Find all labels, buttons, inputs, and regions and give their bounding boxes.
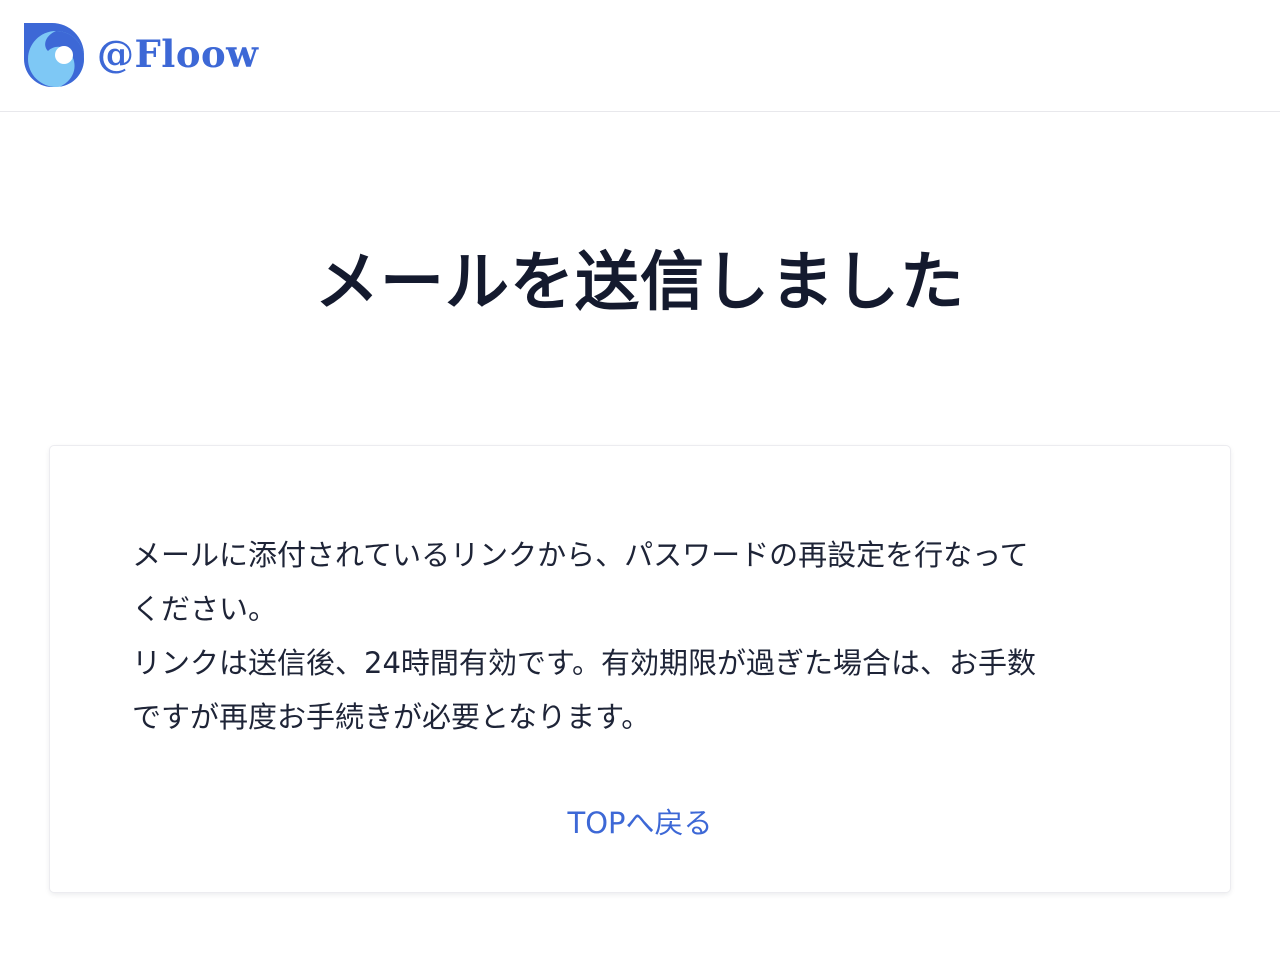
floow-logo-icon (24, 23, 84, 87)
brand-name: @Floow (97, 31, 259, 76)
site-header: @Floow (0, 0, 1280, 112)
page-title: メールを送信しました (315, 246, 965, 320)
back-to-top-link[interactable]: TOPへ戻る (50, 802, 1230, 844)
message-line: ください。 (132, 592, 278, 626)
message-line: メールに添付されているリンクから、パスワードの再設定を行なって (132, 538, 1029, 572)
message-line: リンクは送信後、24時間有効です。有効期限が過ぎた場合は、お手数 (132, 646, 1037, 680)
brand-logo-link[interactable]: @Floow (24, 23, 259, 87)
message-card: メールに添付されているリンクから、パスワードの再設定を行なって ください。 リン… (50, 446, 1230, 892)
instruction-message: メールに添付されているリンクから、パスワードの再設定を行なって ください。 リン… (132, 528, 1132, 744)
message-line: ですが再度お手続きが必要となります。 (132, 700, 651, 734)
